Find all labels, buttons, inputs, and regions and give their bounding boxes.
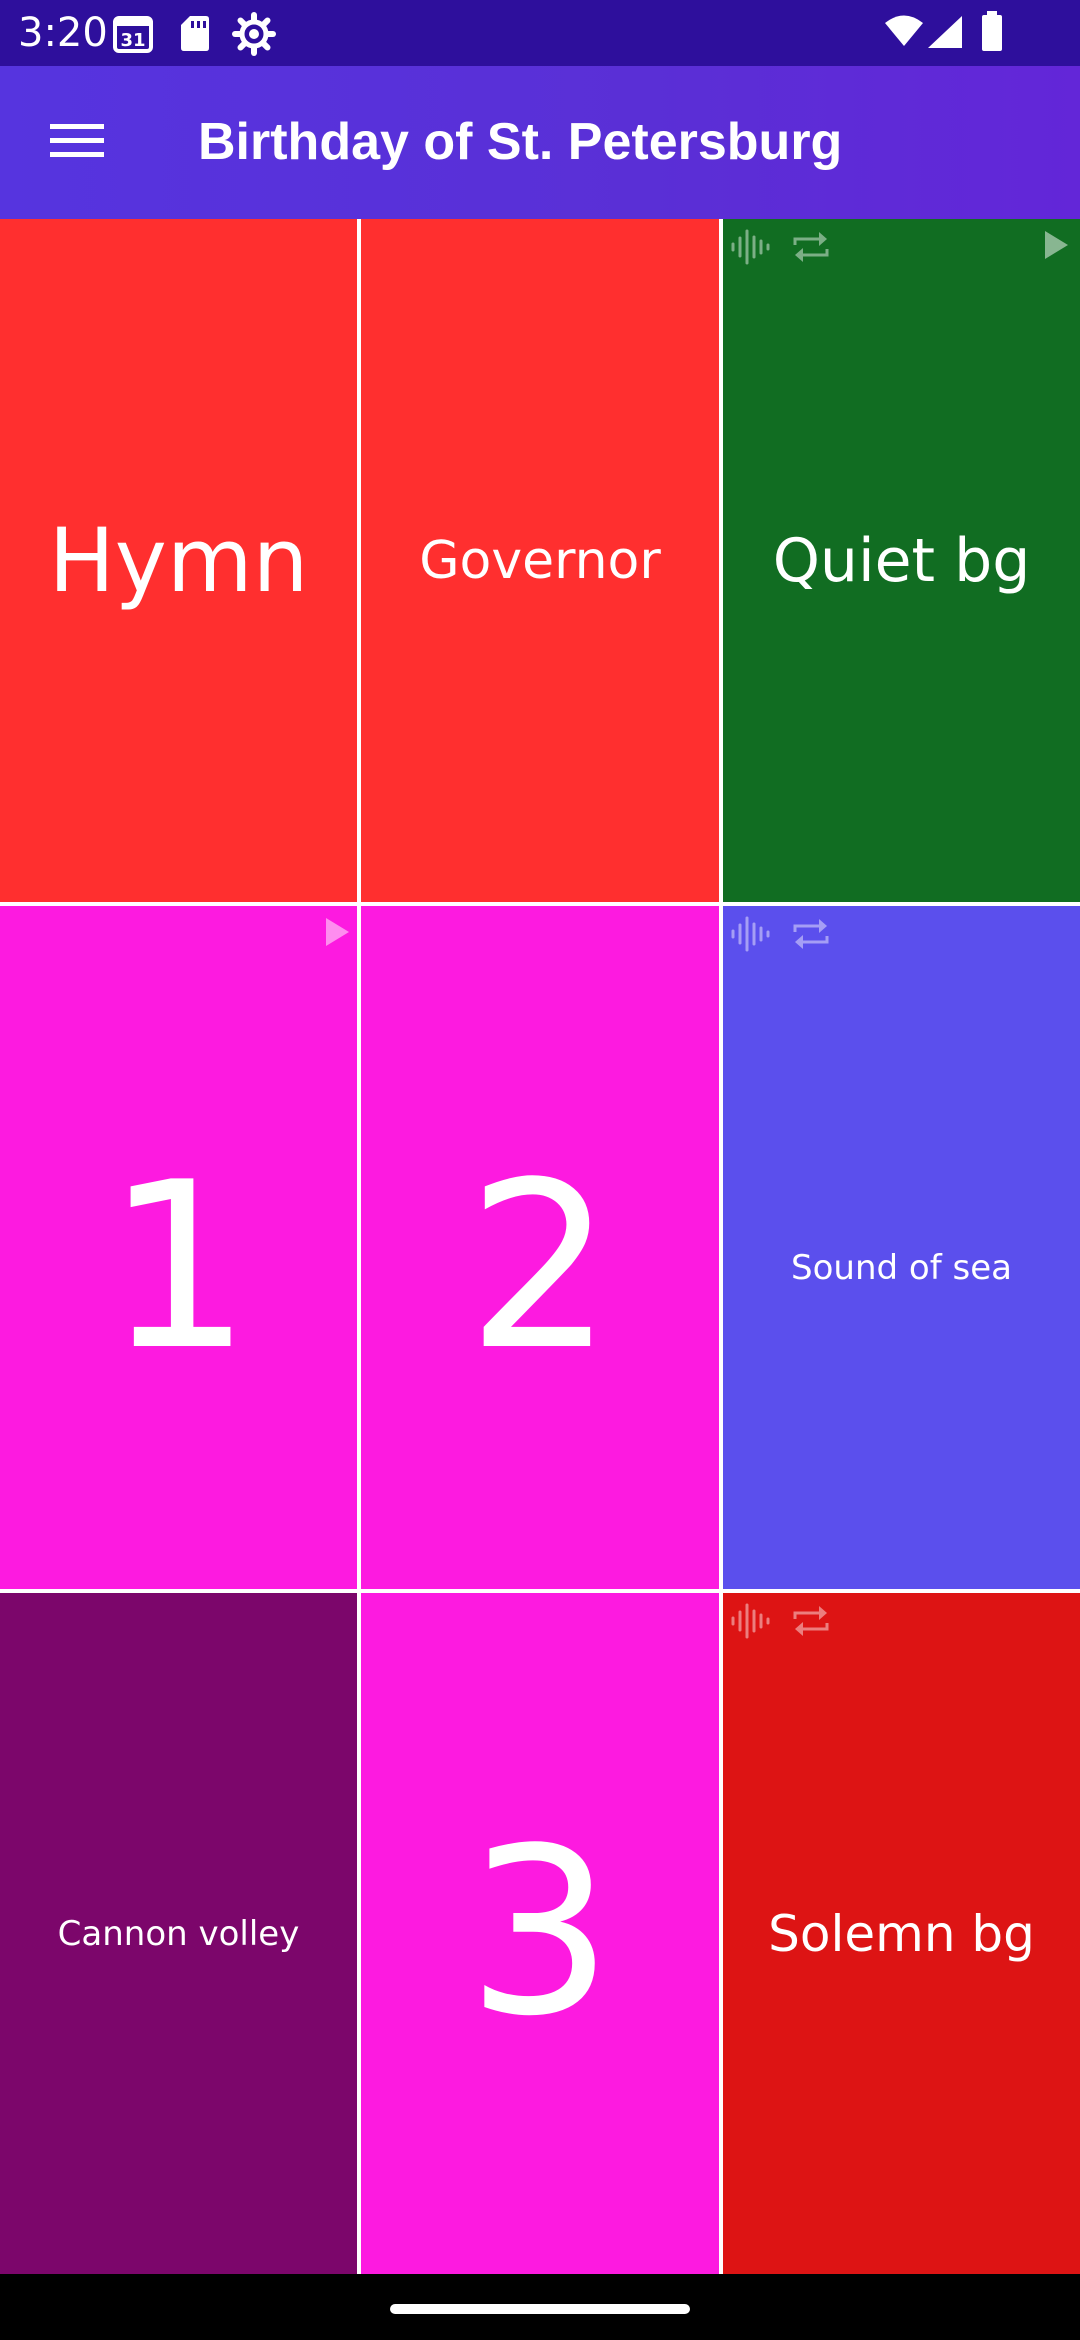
status-bar: 3:20 31	[0, 0, 1080, 66]
tile-label: Solemn bg	[768, 1904, 1035, 1963]
waveform-icon	[729, 227, 773, 271]
page-title: Birthday of St. Petersburg	[198, 113, 843, 171]
menu-button[interactable]	[30, 104, 124, 182]
tile-label: Quiet bg	[772, 525, 1031, 596]
calendar-day: 31	[120, 30, 145, 51]
play-icon	[323, 916, 351, 952]
loop-icon	[789, 227, 833, 271]
status-time: 3:20	[18, 10, 108, 56]
tile-label: Hymn	[48, 508, 309, 612]
sd-card-icon	[178, 12, 212, 58]
sound-tile-solemn-bg[interactable]: Solemn bg	[723, 1593, 1080, 2274]
tile-label: 2	[466, 1133, 614, 1401]
sound-tile-3[interactable]: 3	[361, 1593, 719, 2274]
tile-label: Sound of sea	[791, 1247, 1012, 1288]
waveform-icon	[729, 1601, 773, 1645]
sound-tile-quiet-bg[interactable]: Quiet bg	[723, 219, 1080, 902]
sound-tile-governor[interactable]: Governor	[361, 219, 719, 902]
wifi-icon	[884, 14, 924, 52]
settings-icon	[232, 12, 276, 60]
app-bar: Birthday of St. Petersburg	[0, 66, 1080, 219]
navigation-bar	[0, 2274, 1080, 2340]
waveform-icon	[729, 914, 773, 958]
loop-icon	[789, 1601, 833, 1645]
menu-icon	[50, 121, 104, 165]
sound-tile-2[interactable]: 2	[361, 906, 719, 1589]
battery-icon	[980, 10, 1004, 56]
tile-label: 3	[466, 1799, 614, 2067]
sound-tile-cannon-volley[interactable]: Cannon volley	[0, 1593, 357, 2274]
play-icon	[1042, 229, 1070, 265]
tile-label: Governor	[419, 530, 661, 591]
tile-label: Cannon volley	[57, 1913, 300, 1954]
signal-icon	[926, 14, 964, 54]
sound-tile-sound-of-sea[interactable]: Sound of sea	[723, 906, 1080, 1589]
tile-label: 1	[105, 1133, 252, 1401]
calendar-icon: 31	[112, 12, 156, 58]
loop-icon	[789, 914, 833, 958]
sound-tile-hymn[interactable]: Hymn	[0, 219, 357, 902]
sound-tile-1[interactable]: 1	[0, 906, 357, 1589]
sound-pad-grid: Hymn Governor Quiet bg 1 2 Sound of sea …	[0, 219, 1080, 2274]
home-gesture-handle[interactable]	[390, 2304, 690, 2314]
